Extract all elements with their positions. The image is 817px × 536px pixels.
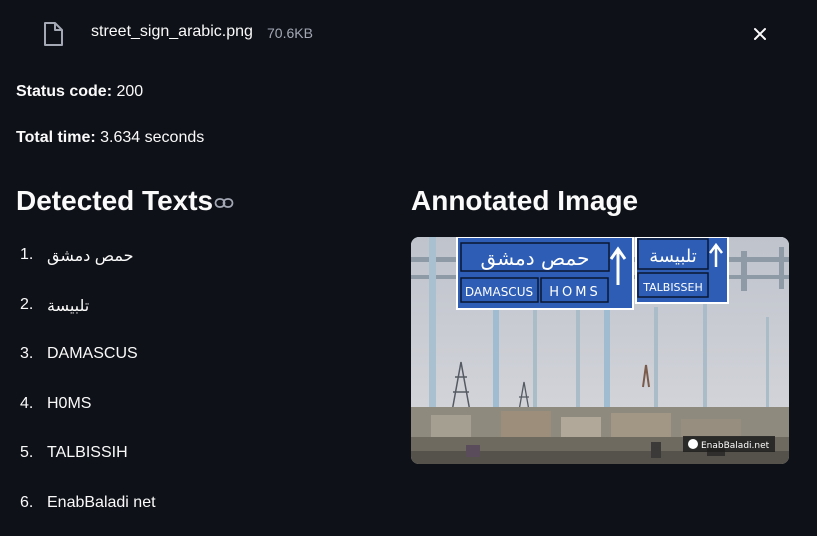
list-item-number: 3. — [20, 345, 34, 363]
remove-file-button[interactable] — [748, 22, 772, 46]
list-item-text: حمص دمشق — [47, 248, 134, 265]
list-item-text: H0MS — [47, 394, 92, 412]
list-item: 4. H0MS — [16, 387, 376, 437]
list-item-text: EnabBaladi net — [47, 493, 156, 511]
detected-texts-list: 1. حمص دمشق 2. تلبيسة 3. DAMASCUS 4. H0M… — [16, 238, 376, 536]
status-code-value: 200 — [116, 83, 144, 100]
sign-arabic-text-2: تلبيسة — [649, 246, 697, 267]
file-name: street_sign_arabic.png — [91, 23, 253, 40]
list-item-text: TALBISSIH — [47, 444, 128, 462]
file-icon — [44, 22, 63, 46]
status-code-label: Status code: — [16, 83, 113, 100]
list-item-text: DAMASCUS — [47, 345, 138, 363]
total-time-value: 3.634 seconds — [100, 129, 205, 146]
list-item-number: 1. — [20, 246, 34, 263]
sign-english-text-3: TALBISSEH — [642, 281, 703, 294]
list-item-number: 6. — [20, 493, 34, 511]
list-item-text: تلبيسة — [47, 297, 90, 315]
total-time-line: Total time: 3.634 seconds — [16, 129, 204, 147]
watermark-text: EnabBaladi.net — [701, 441, 770, 451]
list-item-number: 2. — [20, 295, 34, 313]
status-code-line: Status code: 200 — [16, 83, 143, 101]
list-item: 3. DAMASCUS — [16, 337, 376, 387]
annotated-image: حمص دمشق DAMASCUS HOMS تلبيسة TALBISSEH … — [411, 237, 789, 464]
uploaded-file-row: street_sign_arabic.png 70.6KB — [0, 0, 817, 66]
sign-english-text-1: DAMASCUS — [465, 285, 533, 299]
sign-arabic-text-1: حمص دمشق — [481, 246, 590, 270]
file-size: 70.6KB — [267, 25, 313, 41]
list-item: 6. EnabBaladi net — [16, 486, 376, 536]
annotated-image-scene: حمص دمشق DAMASCUS HOMS تلبيسة TALBISSEH … — [411, 237, 789, 464]
annotated-image-heading: Annotated Image — [411, 185, 639, 216]
total-time-label: Total time: — [16, 129, 96, 146]
list-item: 5. TALBISSIH — [16, 436, 376, 486]
link-icon[interactable] — [214, 195, 234, 211]
list-item-number: 4. — [20, 394, 34, 412]
close-icon[interactable] — [748, 22, 772, 46]
detected-texts-heading: Detected Texts — [16, 185, 214, 216]
list-item-number: 5. — [20, 444, 34, 462]
list-item: 1. حمص دمشق — [16, 238, 376, 288]
sign-english-text-2: HOMS — [549, 285, 600, 300]
list-item: 2. تلبيسة — [16, 288, 376, 338]
